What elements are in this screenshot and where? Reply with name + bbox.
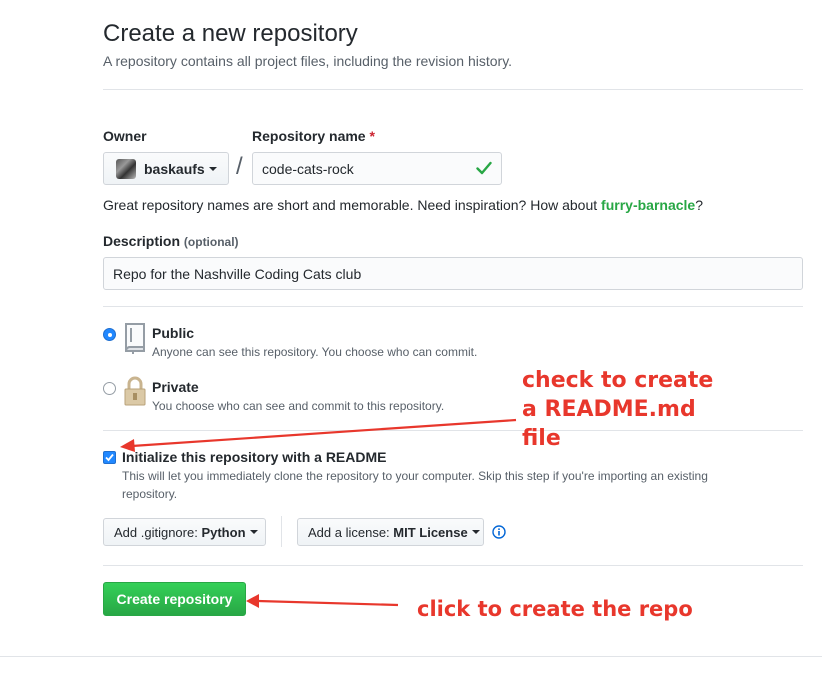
- create-arrow: [246, 594, 399, 608]
- annotation-arrows: [120, 418, 517, 608]
- readme-arrow: [120, 418, 517, 452]
